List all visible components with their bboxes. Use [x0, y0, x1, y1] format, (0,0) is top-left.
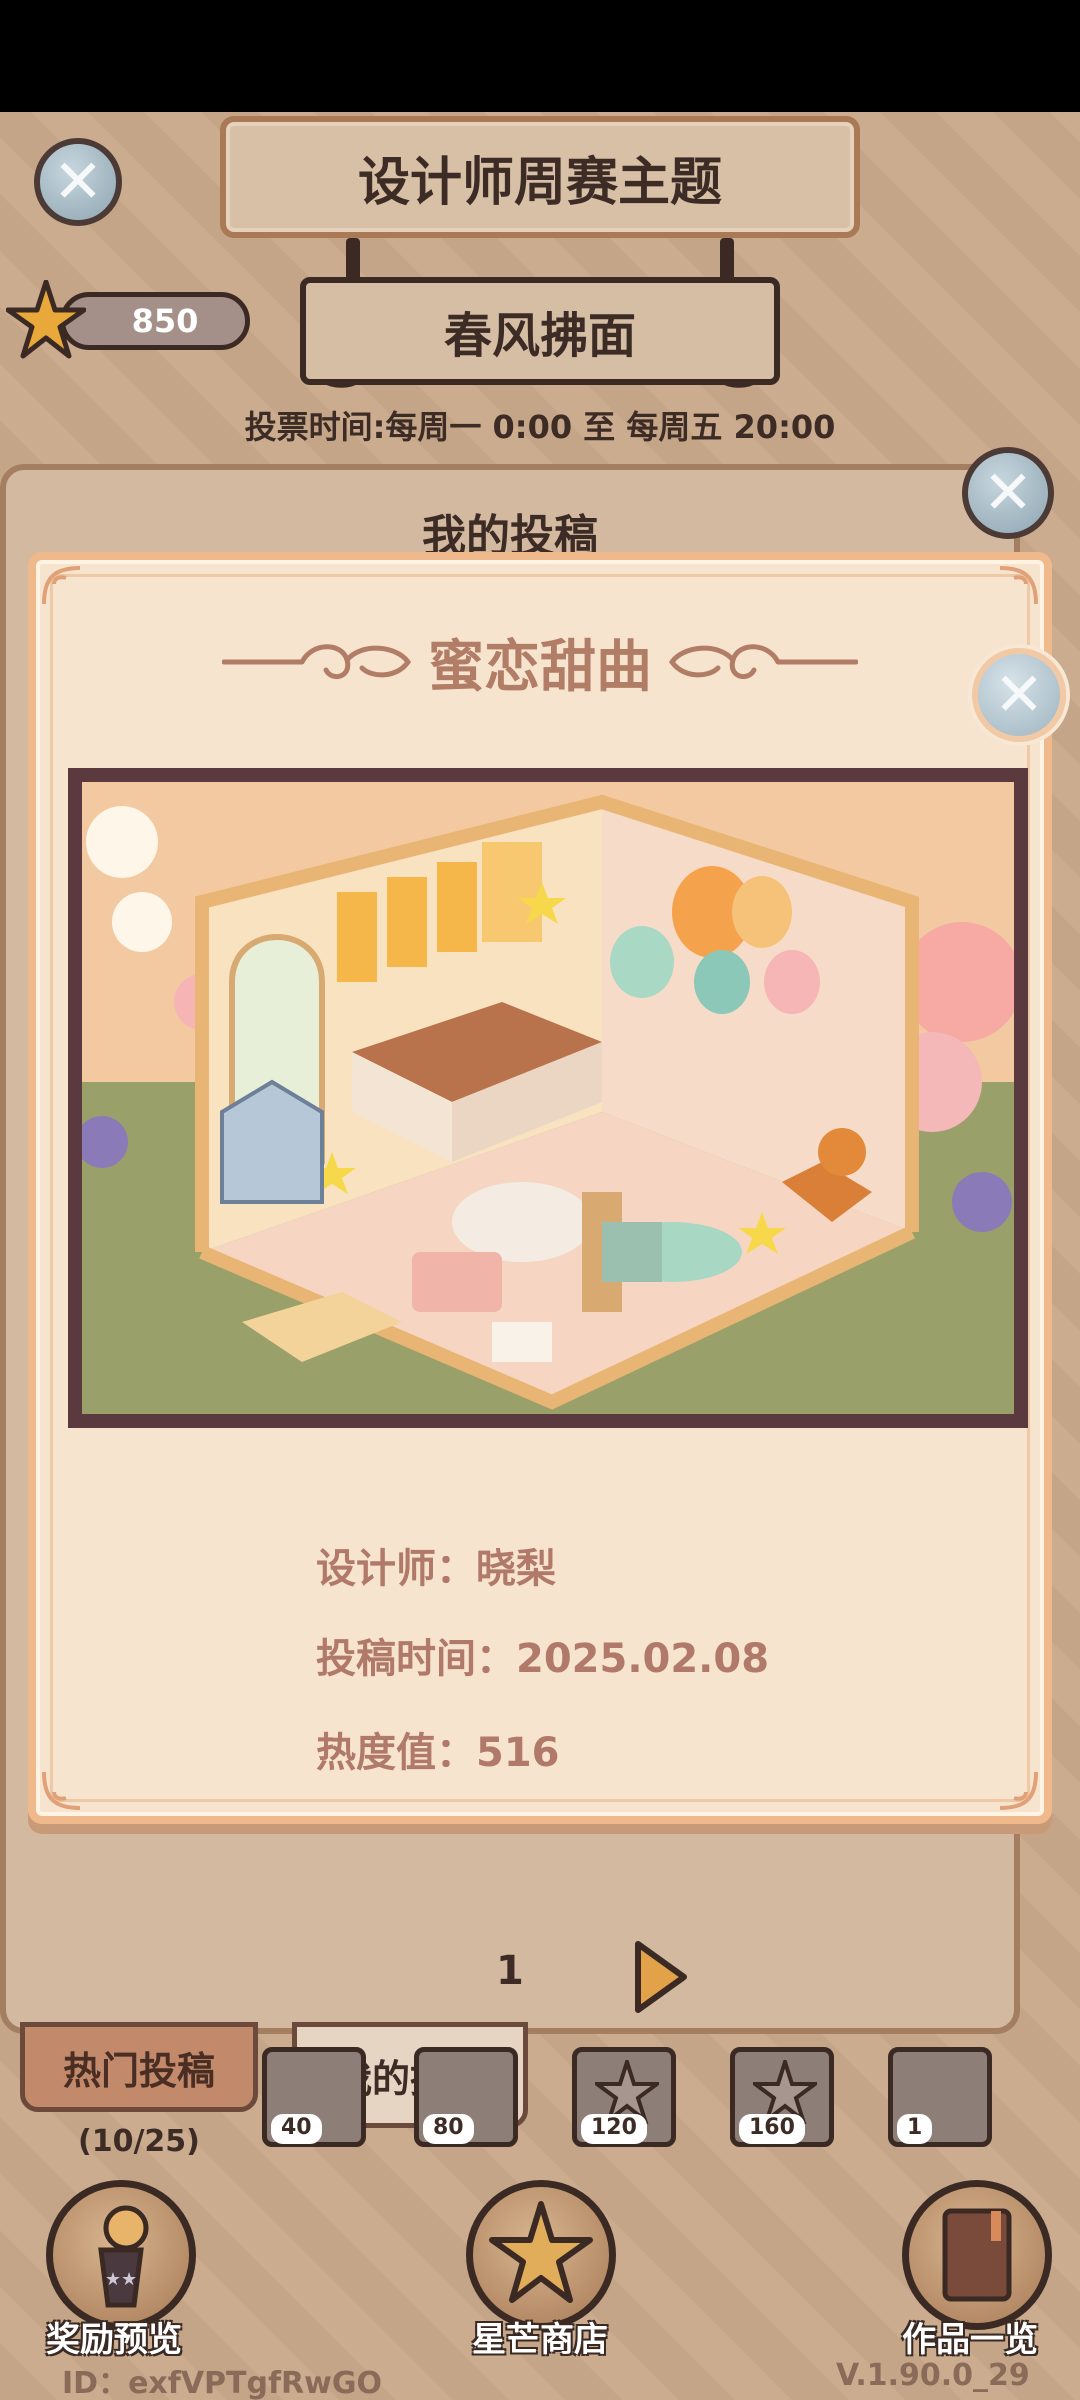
modal-close-icon[interactable]: ✕ [972, 648, 1066, 742]
popularity-info: 热度值：516 [316, 1730, 560, 1776]
rewards-preview-button[interactable]: ★★ [46, 2180, 196, 2330]
title-flourish-left-icon [222, 644, 412, 680]
star-icon [6, 280, 86, 359]
submit-time-info: 投稿时间：2025.02.08 [316, 1636, 770, 1682]
milestone-reward[interactable]: 80 [414, 2047, 518, 2147]
corner-ornament-icon [999, 1771, 1038, 1810]
theme-title: 设计师周赛主题 [357, 152, 722, 213]
designer-info: 设计师：晓梨 [316, 1546, 556, 1592]
rewards-preview-label: 奖励预览 [46, 2320, 182, 2360]
milestone-reward[interactable]: 120 [572, 2047, 676, 2147]
corner-ornament-icon [42, 1771, 81, 1810]
title-flourish-right-icon [668, 644, 858, 680]
milestone-value: 40 [271, 2114, 322, 2144]
user-id: ID：exfVPTgfRwGO [62, 2366, 382, 2400]
milestone-value: 80 [423, 2114, 474, 2144]
milestone-reward[interactable]: 160 [730, 2047, 834, 2147]
star-shop-label: 星芒商店 [472, 2320, 608, 2360]
game-screen: ✕ 设计师周赛主题 春风拂面 850 投票时间:每周一 0:00 至 每周五 2… [0, 112, 1080, 2400]
artwork-image [68, 768, 1028, 1428]
version: V.1.90.0_29 [836, 2358, 1030, 2393]
modal-title-row: 蜜恋甜曲 [36, 612, 1044, 712]
milestone-reward[interactable]: 1 [888, 2047, 992, 2147]
svg-text:★★: ★★ [105, 2269, 137, 2290]
milestone-reward[interactable]: 40 [262, 2047, 366, 2147]
corner-ornament-icon [42, 566, 81, 605]
works-list-label: 作品一览 [902, 2320, 1038, 2360]
star-shop-icon [489, 2201, 593, 2303]
panel-close-icon[interactable]: ✕ [962, 447, 1054, 539]
pager: 1 [0, 1940, 1080, 2020]
room-illustration [82, 782, 1014, 1414]
milestone-value: 1 [897, 2114, 933, 2144]
works-list-button[interactable] [902, 2180, 1052, 2330]
star-count: 850 [131, 302, 199, 340]
subtheme-title: 春风拂面 [443, 308, 636, 364]
star-counter: 850 [60, 292, 250, 350]
milestone-value: 120 [581, 2114, 647, 2144]
vote-time: 投票时间:每周一 0:00 至 每周五 20:00 [244, 408, 836, 446]
close-icon[interactable]: ✕ [34, 138, 122, 226]
star-shop-button[interactable] [466, 2180, 616, 2330]
corner-ornament-icon [999, 566, 1038, 605]
subtheme-banner: 春风拂面 [300, 277, 780, 385]
book-icon [942, 2208, 1012, 2302]
tab-hot-label: 热门投稿 [62, 2048, 215, 2093]
theme-banner: 设计师周赛主题 [220, 116, 860, 238]
modal-title: 蜜恋甜曲 [428, 634, 652, 700]
artwork-detail-modal: 蜜恋甜曲 设计师：晓梨 投稿时间：2025.02.08 热度值：516 [28, 552, 1052, 1824]
milestone-value: 160 [739, 2114, 805, 2144]
vote-progress: (10/25) [78, 2124, 200, 2159]
next-page-arrow-icon[interactable] [632, 1940, 688, 2014]
page-number: 1 [496, 1948, 524, 1994]
tab-hot-submissions[interactable]: 热门投稿 [20, 2022, 258, 2112]
trophy-icon: ★★ [98, 2205, 149, 2308]
